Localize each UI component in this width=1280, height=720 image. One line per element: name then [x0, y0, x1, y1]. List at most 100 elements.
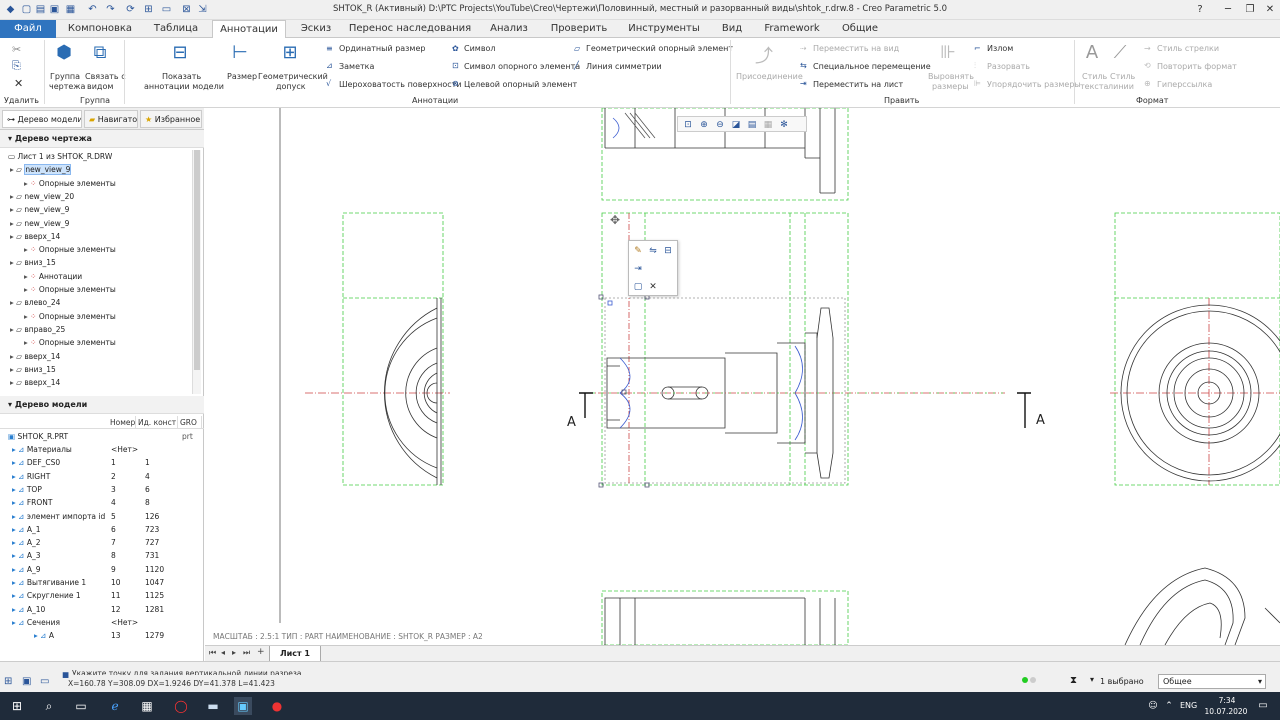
model-root[interactable]: ▣ SHTOK_R.PRT	[8, 430, 68, 443]
delete-dropdown[interactable]: Удалить	[4, 96, 39, 105]
toggle-browser-icon[interactable]: ▣	[22, 676, 31, 687]
text-style-button[interactable]: Стиль	[1082, 72, 1107, 81]
delete-icon[interactable]: ✕	[647, 281, 659, 293]
regenerate-icon[interactable]: ⟳	[124, 3, 137, 16]
tab-favorites[interactable]: ★ Избранное	[140, 110, 202, 128]
tab-annotations[interactable]: Аннотации	[212, 20, 286, 39]
ordinate-dimension-button[interactable]: Ординатный размер	[339, 44, 425, 53]
filter-dropdown[interactable]: Общее ▾	[1158, 674, 1266, 689]
break-button[interactable]: Разорвать	[987, 62, 1030, 71]
creo-taskbar-icon[interactable]: ▣	[234, 697, 252, 715]
text-style-icon[interactable]: A	[1080, 42, 1104, 64]
line-style-button[interactable]: Стиль	[1110, 72, 1135, 81]
symmetry-line-button[interactable]: Линия симметрии	[586, 62, 662, 71]
sheet-last-icon[interactable]: ⏭	[243, 648, 250, 658]
group-drawing-icon[interactable]: ⬢	[52, 42, 76, 64]
drawing-tree-item[interactable]: ▸ ▱ new_view_9	[10, 217, 69, 230]
redo-icon[interactable]: ↷	[104, 3, 117, 16]
windows-start-icon[interactable]: ⊞	[8, 697, 26, 715]
geometric-tolerance-label-2[interactable]: допуск	[276, 82, 306, 91]
drawing-tree-item[interactable]: ▸ ▱ new_view_9	[10, 163, 72, 176]
repeat-format-button[interactable]: Повторить формат	[1157, 62, 1237, 71]
drawing-tree-header[interactable]: ▾ Дерево чертежа	[0, 130, 204, 148]
show-annotations-icon[interactable]: ⊟	[168, 42, 192, 64]
note-icon[interactable]: ⊿	[326, 60, 333, 72]
tab-analysis[interactable]: Анализ	[486, 20, 532, 38]
dimension-icon[interactable]: ⊢	[228, 42, 252, 64]
sheet-tab-1[interactable]: Лист 1	[269, 646, 321, 662]
model-tree-row[interactable]: ▸ ⊿ Сечения	[12, 616, 60, 629]
open-file-icon[interactable]: ▤	[34, 3, 47, 16]
line-style-label-2[interactable]: линии	[1108, 82, 1134, 91]
chevron-down-icon[interactable]: ▾	[1090, 675, 1094, 684]
tab-layout[interactable]: Компоновка	[64, 20, 136, 38]
tab-sketch[interactable]: Эскиз	[296, 20, 336, 38]
dimension-button[interactable]: Размер	[227, 72, 257, 81]
drawing-tree-item[interactable]: ▸ ⁘ Опорные элементы	[24, 336, 116, 349]
annotations-section-label[interactable]: Аннотации	[412, 96, 458, 105]
repeat-format-icon[interactable]: ⟲	[1144, 60, 1151, 72]
model-tree-row[interactable]: ▸ ⊿ A_1	[12, 523, 40, 536]
select-box-icon[interactable]: ⊞	[142, 3, 155, 16]
properties-icon[interactable]: ✎	[632, 245, 644, 257]
tab-model-tree[interactable]: ⊶ Дерево модели	[2, 110, 82, 128]
close-window-icon[interactable]: ⊠	[180, 3, 193, 16]
model-tree-row[interactable]: ▸ ⊿ A_10	[12, 603, 45, 616]
move-to-view-icon[interactable]: ⇢	[800, 43, 807, 55]
group-drawing-label-2[interactable]: чертежа	[49, 82, 85, 91]
drawing-tree-item[interactable]: ▸ ⁘ Опорные элементы	[24, 177, 116, 190]
sheet-first-icon[interactable]: ⏮	[209, 648, 216, 658]
clock-time[interactable]: 7:34	[1208, 696, 1246, 705]
toggle-navigator-icon[interactable]: ⊞	[4, 676, 12, 687]
file-explorer-icon[interactable]: ▬	[204, 697, 222, 715]
recorder-icon[interactable]: ●	[268, 697, 286, 715]
model-tree-row[interactable]: ▸ ⊿ элемент импорта id	[12, 510, 105, 523]
format-section-label[interactable]: Формат	[1136, 96, 1168, 105]
model-tree-row[interactable]: ▸ ⊿ TOP	[12, 483, 42, 496]
link-view-label[interactable]: Связать с	[85, 72, 126, 81]
drawing-tree-item[interactable]: ▸ ▱ new_view_9	[10, 203, 69, 216]
view-type-icon[interactable]: ⇋	[647, 245, 659, 257]
edge-browser-icon[interactable]: ℯ	[106, 697, 124, 715]
search-icon[interactable]: ⌕	[40, 697, 58, 715]
datum-display-icon[interactable]: ✻	[778, 119, 790, 131]
model-tree-row[interactable]: ▸ ⊿ FRONT	[12, 496, 52, 509]
model-tree-row[interactable]: ▸ ⊿ Материалы	[12, 443, 72, 456]
datum-target-button[interactable]: Целевой опорный элемент	[464, 80, 577, 89]
task-view-icon[interactable]: ▭	[72, 697, 90, 715]
layers-icon[interactable]: ▦	[762, 119, 774, 131]
drawing-tree-item[interactable]: ▸ ⁘ Аннотации	[24, 270, 82, 283]
link-view-label-2[interactable]: видом	[87, 82, 113, 91]
geometric-datum-icon[interactable]: ▱	[574, 43, 580, 55]
tab-view[interactable]: Вид	[716, 20, 748, 38]
tab-framework[interactable]: Framework	[760, 20, 824, 38]
model-tree-row[interactable]: ▸ ⊿ Вытягивание 1	[12, 576, 86, 589]
show-annotations-label-2[interactable]: аннотации модели	[144, 82, 224, 91]
cut-icon[interactable]: ✂	[12, 44, 21, 56]
model-tree-row[interactable]: ▸ ⊿ A_2	[12, 536, 40, 549]
sheet-next-icon[interactable]: ▸	[232, 648, 236, 657]
zoom-out-icon[interactable]: ⊖	[714, 119, 726, 131]
tab-general[interactable]: Общие	[836, 20, 884, 38]
windows-icon[interactable]: ▭	[160, 3, 173, 16]
drawing-tree-item[interactable]: ▸ ▱ вверх_14	[10, 376, 60, 389]
model-tree-row[interactable]: ▸ ⊿ DEF_CS0	[12, 456, 60, 469]
text-style-label-2[interactable]: текста	[1080, 82, 1108, 91]
jog-button[interactable]: Излом	[987, 44, 1013, 53]
geometric-tolerance-button[interactable]: Геометрический	[258, 72, 328, 81]
tab-table[interactable]: Таблица	[146, 20, 206, 38]
tab-review[interactable]: Проверить	[546, 20, 612, 38]
align-dimensions-button[interactable]: Выровнять	[928, 72, 974, 81]
datum-symbol-icon[interactable]: ⊡	[452, 60, 459, 72]
link-view-icon[interactable]: ⧉	[88, 42, 112, 64]
hyperlink-icon[interactable]: ⊕	[1144, 78, 1151, 90]
minimize-icon[interactable]: ─	[1218, 2, 1238, 18]
model-tree-row[interactable]: ▸ ⊿ A_9	[12, 563, 40, 576]
drawing-tree-item[interactable]: ▸ ⁘ Опорные элементы	[24, 310, 116, 323]
hyperlink-button[interactable]: Гиперссылка	[1157, 80, 1212, 89]
tab-file[interactable]: Файл	[0, 20, 56, 38]
model-tree-row[interactable]: ▸ ⊿ Скругление 1	[12, 589, 81, 602]
save-icon[interactable]: ▦	[64, 3, 77, 16]
copy-icon[interactable]: ⎘	[12, 60, 21, 72]
customize-icon[interactable]: ⇲	[196, 3, 209, 16]
